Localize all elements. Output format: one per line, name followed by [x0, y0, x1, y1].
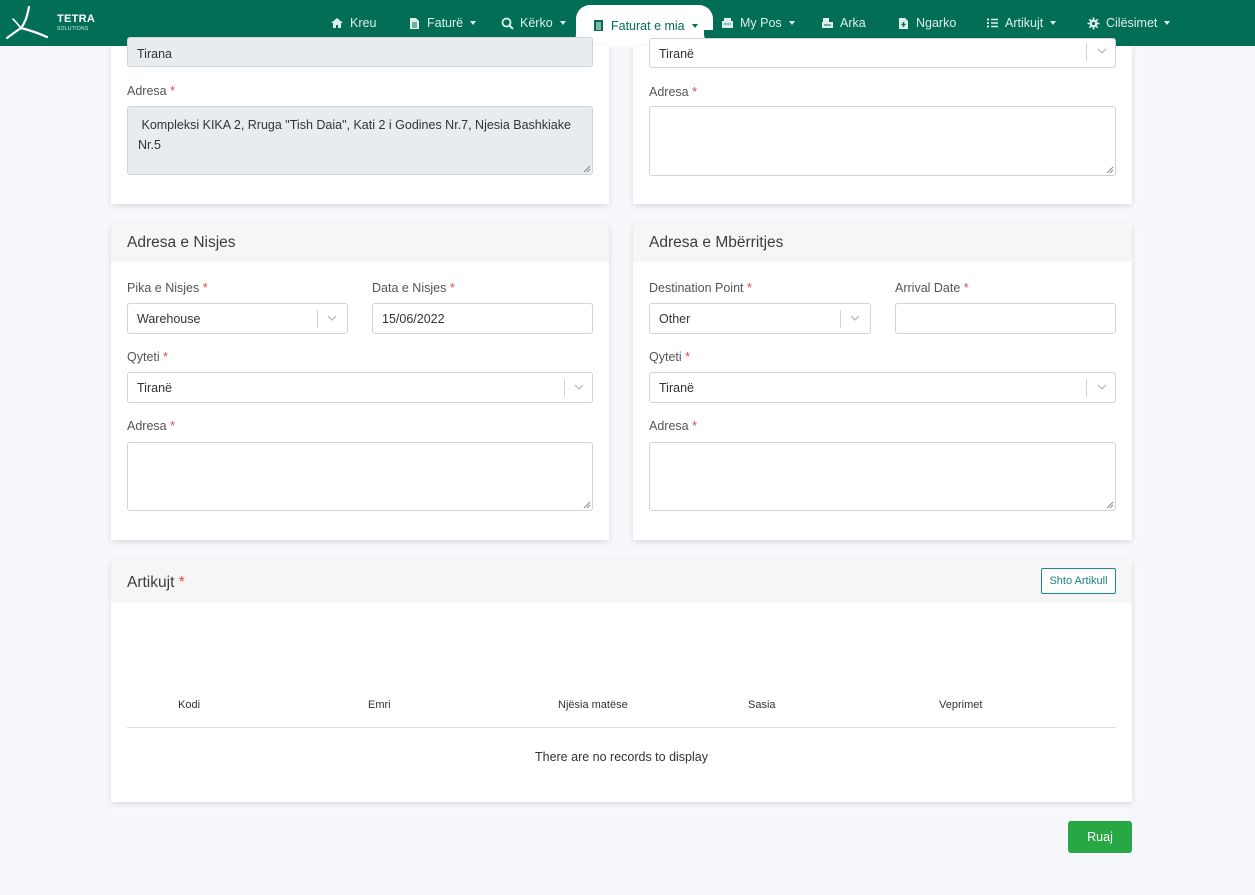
receiver-address-card: Tiranë Adresa *: [633, 38, 1132, 204]
departure-point-select[interactable]: Warehouse: [127, 303, 348, 334]
arrival-card-title: Adresa e Mbërritjes: [649, 234, 784, 251]
chevron-down-icon: [574, 384, 584, 390]
chevron-down-icon: [559, 21, 566, 25]
arrival-date-label: Arrival Date *: [895, 281, 969, 295]
departure-city-select[interactable]: Tiranë: [127, 372, 593, 403]
resize-handle-icon[interactable]: [582, 164, 591, 173]
gear-icon: [1086, 16, 1100, 30]
departure-card-title: Adresa e Nisjes: [127, 234, 236, 251]
column-header-unit[interactable]: Njësia matëse: [558, 699, 628, 711]
departure-point-label: Pika e Nisjes *: [127, 281, 208, 295]
arrival-city-value: Tiranë: [659, 381, 694, 395]
chevron-down-icon: [1097, 384, 1107, 390]
chevron-down-icon: [1164, 21, 1171, 25]
arrival-address-label: Adresa *: [649, 419, 697, 433]
arrival-city-label: Qyteti *: [649, 350, 691, 364]
receiver-address-textarea[interactable]: [649, 106, 1116, 176]
select-separator: [1086, 379, 1087, 397]
nav-search-label: Kërko: [520, 16, 553, 30]
sender-address-value: Kompleksi KIKA 2, Rruga "Tish Daia", Kat…: [138, 118, 575, 152]
departure-date-label: Data e Nisjes *: [372, 281, 455, 295]
table-header-divider: [127, 727, 1116, 728]
receiver-city-value: Tiranë: [659, 47, 694, 61]
destination-point-value: Other: [659, 312, 691, 326]
chevron-down-icon: [470, 21, 477, 25]
departure-card-header: Adresa e Nisjes: [111, 224, 609, 262]
select-separator: [1086, 43, 1087, 61]
departure-point-value: Warehouse: [137, 312, 201, 326]
sender-city-value: Tirana: [137, 47, 172, 61]
resize-handle-icon[interactable]: [582, 500, 591, 509]
nav-cash-label: Arka: [840, 16, 866, 30]
search-icon: [500, 16, 514, 30]
home-icon: [330, 16, 344, 30]
chevron-down-icon: [1097, 48, 1107, 54]
column-header-quantity[interactable]: Sasia: [748, 699, 776, 711]
chevron-down-icon: [327, 315, 337, 321]
arrival-card-header: Adresa e Mbërritjes: [633, 224, 1132, 262]
column-header-actions[interactable]: Veprimet: [939, 699, 982, 711]
nav-my-invoices-label: Faturat e mia: [611, 18, 685, 33]
list-icon: [985, 16, 999, 30]
column-header-code[interactable]: Kodi: [178, 699, 200, 711]
chevron-down-icon: [1050, 21, 1057, 25]
brand-name: TETRA: [57, 13, 96, 25]
column-header-name[interactable]: Emri: [368, 699, 391, 711]
chevron-down-icon: [691, 23, 698, 28]
departure-date-value: 15/06/2022: [382, 312, 445, 326]
items-card-header: Artikujt * Shto Artikull: [111, 560, 1132, 603]
cash-register-icon: [820, 16, 834, 30]
arrival-city-select[interactable]: Tiranë: [649, 372, 1116, 403]
arrival-address-textarea[interactable]: [649, 442, 1116, 511]
tetra-logo-icon: [5, 5, 49, 40]
brand-logo[interactable]: TETRA SOLUTIONS: [5, 3, 125, 43]
file-upload-icon: [896, 16, 910, 30]
save-button[interactable]: Ruaj: [1068, 821, 1132, 853]
select-separator: [564, 379, 565, 397]
add-item-button[interactable]: Shto Artikull: [1041, 568, 1116, 594]
sender-address-textarea: Kompleksi KIKA 2, Rruga "Tish Daia", Kat…: [127, 106, 593, 175]
receiver-city-select[interactable]: Tiranë: [649, 38, 1116, 68]
departure-address-textarea[interactable]: [127, 442, 593, 511]
sender-address-card: Tirana Adresa * Kompleksi KIKA 2, Rruga …: [111, 37, 609, 204]
departure-city-value: Tiranë: [137, 381, 172, 395]
chevron-down-icon: [850, 315, 860, 321]
table-empty-message: There are no records to display: [534, 750, 708, 764]
nav-my-pos-label: My Pos: [740, 16, 782, 30]
select-separator: [840, 310, 841, 328]
arrival-address-card: Adresa e Mbërritjes Destination Point * …: [633, 224, 1132, 540]
sender-city-field: Tirana: [127, 37, 593, 67]
resize-handle-icon[interactable]: [1105, 500, 1114, 509]
destination-point-label: Destination Point *: [649, 281, 752, 295]
resize-handle-icon[interactable]: [1105, 165, 1114, 174]
nav-upload-label: Ngarko: [916, 16, 957, 30]
destination-point-select[interactable]: Other: [649, 303, 871, 334]
nav-home-label: Kreu: [350, 16, 377, 30]
document-icon: [407, 16, 421, 30]
items-card: Artikujt * Shto Artikull: [111, 560, 1132, 802]
departure-address-card: Adresa e Nisjes Pika e Nisjes * Warehous…: [111, 224, 609, 540]
nav-items-label: Artikujt: [1005, 16, 1044, 30]
select-separator: [317, 310, 318, 328]
receiver-address-label: Adresa *: [649, 85, 697, 99]
nav-invoice-label: Faturë: [427, 16, 464, 30]
pos-terminal-icon: [720, 16, 734, 30]
departure-address-label: Adresa *: [127, 419, 175, 433]
sender-address-label: Adresa *: [127, 84, 175, 98]
items-card-title: Artikujt *: [127, 574, 185, 591]
invoice-list-icon: [591, 19, 605, 33]
arrival-date-input[interactable]: [895, 303, 1116, 334]
brand-subtitle: SOLUTIONS: [57, 26, 89, 32]
departure-date-input[interactable]: 15/06/2022: [372, 303, 593, 334]
chevron-down-icon: [788, 21, 795, 25]
departure-city-label: Qyteti *: [127, 350, 169, 364]
nav-settings-label: Cilësimet: [1106, 16, 1158, 30]
